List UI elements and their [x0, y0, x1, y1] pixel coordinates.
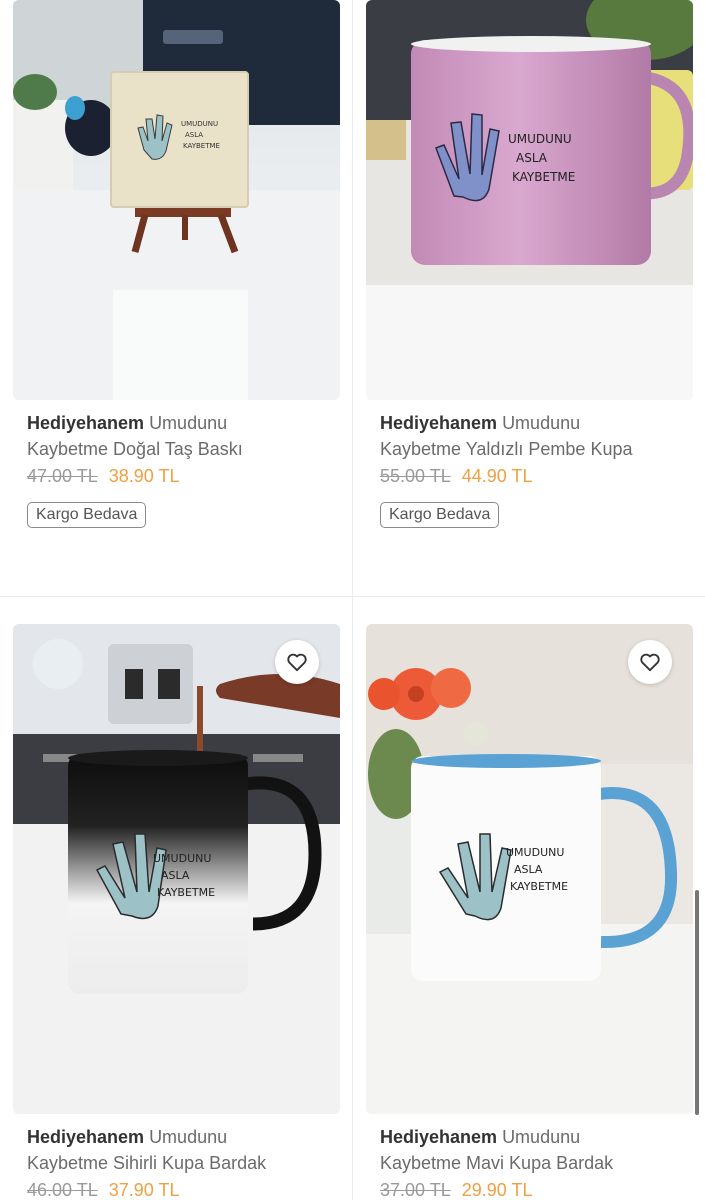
product-name: Umudunu [149, 1127, 228, 1147]
product-image[interactable]: UMUDUNU ASLA KAYBETME [366, 624, 693, 1114]
price-row: 37.00 TL 29.90 TL [380, 1178, 690, 1200]
brand-name: Hediyehanem [27, 413, 145, 433]
scrollbar[interactable] [695, 890, 699, 1115]
product-name: Kaybetme Sihirli Kupa Bardak [27, 1153, 267, 1173]
product-title[interactable]: Hediyehanem Umudunu Kaybetme Mavi Kupa B… [380, 1124, 690, 1176]
sale-price: 37.90 TL [108, 1180, 180, 1200]
free-shipping-badge: Kargo Bedava [27, 502, 147, 528]
svg-text:UMUDUNU: UMUDUNU [506, 846, 564, 859]
favorite-button[interactable] [628, 640, 672, 684]
product-title[interactable]: Hediyehanem Umudunu Kaybetme Sihirli Kup… [27, 1124, 337, 1176]
price-row: 46.00 TL 37.90 TL [27, 1178, 337, 1200]
product-name: Umudunu [502, 1127, 581, 1147]
product-name: Kaybetme Yaldızlı Pembe Kupa [380, 439, 633, 459]
sale-price: 29.90 TL [461, 1180, 533, 1200]
product-image[interactable]: UMUDUNU ASLA KAYBETME [366, 0, 693, 400]
brand-name: Hediyehanem [380, 1127, 498, 1147]
product-title[interactable]: Hediyehanem Umudunu Kaybetme Doğal Taş B… [27, 410, 337, 462]
product-name: Umudunu [149, 413, 228, 433]
svg-text:KAYBETME: KAYBETME [510, 880, 568, 893]
column-divider [352, 0, 353, 1200]
svg-text:KAYBETME: KAYBETME [512, 170, 575, 184]
old-price: 46.00 TL [27, 1180, 98, 1200]
brand-name: Hediyehanem [380, 413, 498, 433]
price-row: 55.00 TL 44.90 TL [380, 464, 690, 488]
svg-text:KAYBETME: KAYBETME [183, 142, 220, 150]
product-title[interactable]: Hediyehanem Umudunu Kaybetme Yaldızlı Pe… [380, 410, 690, 462]
product-grid: UMUDUNU ASLA KAYBETME Hediyehanem Umudun… [0, 0, 705, 1200]
favorite-button[interactable] [275, 640, 319, 684]
svg-text:UMUDUNU: UMUDUNU [508, 132, 572, 146]
svg-text:KAYBETME: KAYBETME [157, 886, 215, 899]
svg-text:UMUDUNU: UMUDUNU [153, 852, 211, 865]
svg-text:ASLA: ASLA [161, 869, 190, 882]
brand-name: Hediyehanem [27, 1127, 145, 1147]
old-price: 55.00 TL [380, 466, 451, 486]
old-price: 37.00 TL [380, 1180, 451, 1200]
product-name: Kaybetme Mavi Kupa Bardak [380, 1153, 614, 1173]
heart-icon [287, 653, 307, 672]
product-image[interactable]: UMUDUNU ASLA KAYBETME [13, 0, 340, 400]
product-image[interactable]: UMUDUNU ASLA KAYBETME [13, 624, 340, 1114]
price-row: 47.00 TL 38.90 TL [27, 464, 337, 488]
sale-price: 38.90 TL [108, 466, 180, 486]
row-divider [0, 596, 705, 597]
old-price: 47.00 TL [27, 466, 98, 486]
product-name: Kaybetme Doğal Taş Baskı [27, 439, 243, 459]
product-name: Umudunu [502, 413, 581, 433]
free-shipping-badge: Kargo Bedava [380, 502, 500, 528]
svg-text:ASLA: ASLA [516, 151, 548, 165]
svg-text:ASLA: ASLA [185, 131, 203, 139]
sale-price: 44.90 TL [461, 466, 533, 486]
svg-text:ASLA: ASLA [514, 863, 543, 876]
svg-text:UMUDUNU: UMUDUNU [181, 120, 218, 128]
heart-icon [640, 653, 660, 672]
